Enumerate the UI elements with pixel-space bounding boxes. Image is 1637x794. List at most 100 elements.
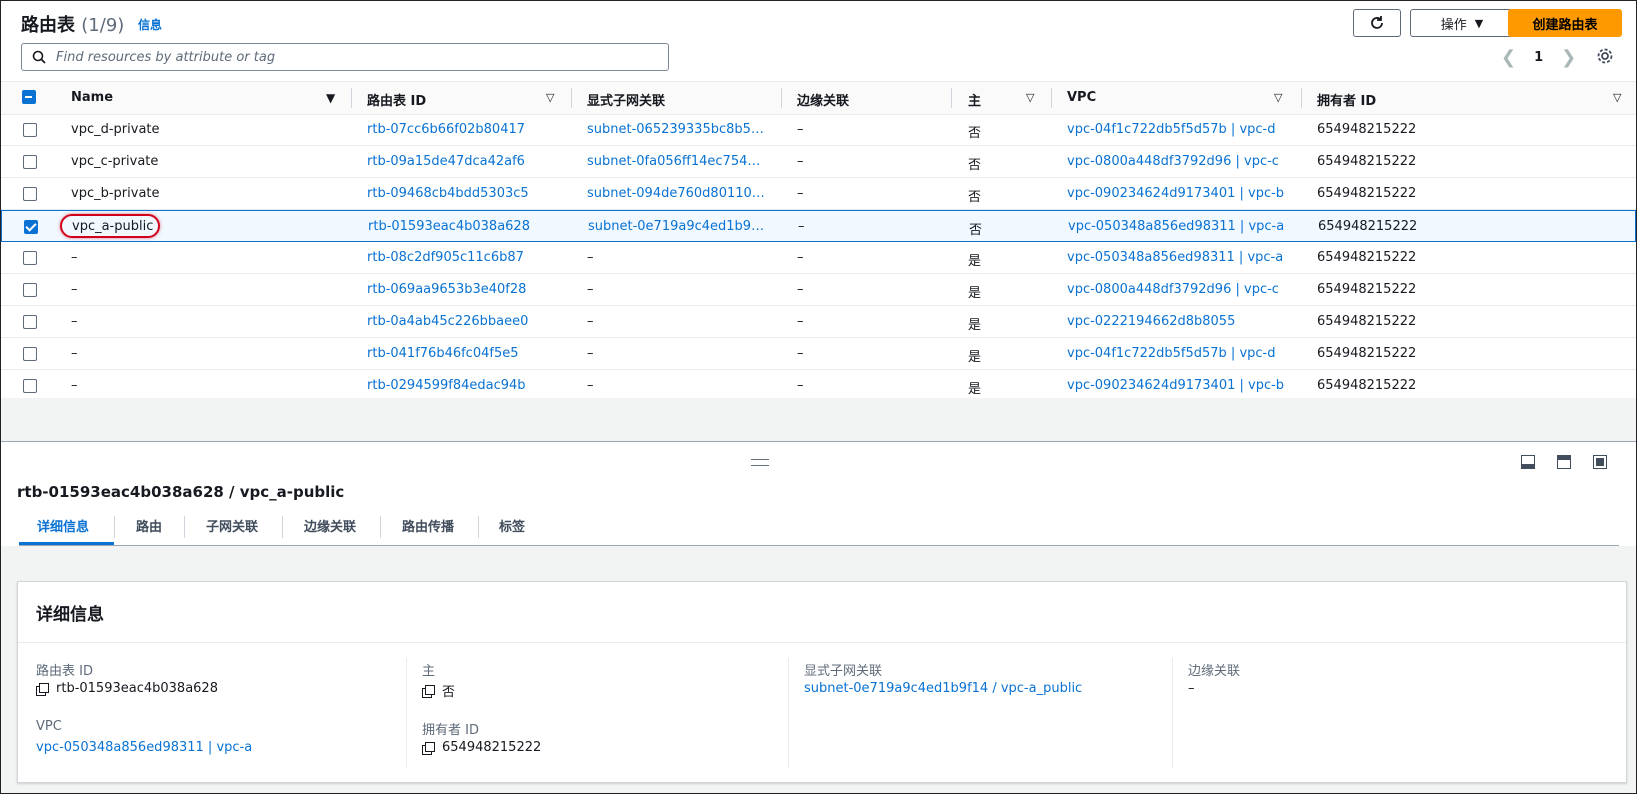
vpc-link[interactable]: vpc-050348a856ed98311 | vpc-a — [1068, 219, 1293, 234]
column-header-route-table-id[interactable]: 路由表 ID — [367, 90, 426, 109]
column-divider[interactable] — [351, 88, 352, 108]
cell-edge-association: – — [797, 122, 804, 137]
column-header-owner-id[interactable]: 拥有者 ID — [1317, 90, 1376, 109]
tab-tags[interactable]: 标签 — [499, 516, 525, 535]
edge-association-value: – — [1188, 681, 1195, 696]
subnet-association-link[interactable]: subnet-0fa056ff14ec754… — [587, 154, 772, 169]
sort-icon[interactable]: ▽ — [1274, 91, 1282, 104]
sort-icon[interactable]: ▽ — [1613, 91, 1621, 104]
row-checkbox[interactable] — [23, 315, 37, 329]
column-divider — [788, 658, 789, 768]
column-divider[interactable] — [1301, 88, 1302, 108]
cell-edge-association: – — [797, 314, 804, 329]
row-checkbox[interactable] — [23, 347, 37, 361]
row-checkbox[interactable] — [23, 283, 37, 297]
row-checkbox[interactable] — [24, 220, 38, 234]
tab-route-propagation[interactable]: 路由传播 — [402, 516, 454, 535]
route-table-id-link[interactable]: rtb-01593eac4b038a628 — [368, 219, 563, 234]
table-row[interactable]: – rtb-0a4ab45c226bbaee0 – – 是 vpc-0222194662d… — [1, 306, 1636, 338]
vpc-link[interactable]: vpc-0800a448df3792d96 | vpc-c — [1067, 154, 1292, 169]
create-route-table-button[interactable]: 创建路由表 — [1508, 9, 1622, 37]
table-header: Name ▼ 路由表 ID ▽ 显式子网关联 边缘关联 主 ▽ VPC ▽ 拥有… — [1, 81, 1636, 115]
subnet-association-link[interactable]: subnet-094de760d80110… — [587, 186, 772, 201]
copy-icon[interactable] — [36, 682, 49, 696]
next-page-icon[interactable]: ❯ — [1561, 47, 1576, 68]
route-table-id-link[interactable]: rtb-08c2df905c11c6b87 — [367, 250, 562, 265]
table-row[interactable]: vpc_a-public rtb-01593eac4b038a628 subnet-… — [1, 210, 1636, 242]
row-checkbox[interactable] — [23, 379, 37, 393]
column-header-vpc[interactable]: VPC — [1067, 90, 1096, 105]
table-row[interactable]: vpc_d-private rtb-07cc6b66f02b80417 subnet… — [1, 114, 1636, 146]
column-divider[interactable] — [781, 88, 782, 108]
row-checkbox[interactable] — [23, 123, 37, 137]
cell-main: 否 — [968, 190, 982, 205]
cell-subnet-association: – — [587, 378, 594, 393]
refresh-button[interactable] — [1353, 9, 1401, 37]
table-row[interactable]: – rtb-069aa9653b3e40f28 – – 是 vpc-0800a448df3… — [1, 274, 1636, 306]
vpc-link[interactable]: vpc-04f1c722db5f5d57b | vpc-d — [1067, 122, 1292, 137]
column-divider[interactable] — [951, 88, 952, 108]
search-input[interactable] — [54, 48, 638, 66]
cell-owner-id: 654948215222 — [1317, 314, 1417, 329]
row-checkbox[interactable] — [23, 155, 37, 169]
tab-subnet-associations[interactable]: 子网关联 — [206, 516, 258, 535]
column-divider[interactable] — [571, 88, 572, 108]
route-table-id-link[interactable]: rtb-041f76b46fc04f5e5 — [367, 346, 562, 361]
vpc-link[interactable]: vpc-050348a856ed98311 | vpc-a — [1067, 250, 1292, 265]
column-header-subnet-association[interactable]: 显式子网关联 — [587, 90, 665, 109]
copy-icon[interactable] — [422, 684, 435, 698]
row-checkbox[interactable] — [23, 251, 37, 265]
actions-label: 操作 — [1440, 17, 1467, 33]
cell-name: – — [71, 346, 78, 361]
tab-edge-associations[interactable]: 边缘关联 — [304, 516, 356, 535]
table-row[interactable]: – rtb-08c2df905c11c6b87 – – 是 vpc-050348a856e… — [1, 242, 1636, 274]
row-checkbox[interactable] — [23, 187, 37, 201]
column-header-main[interactable]: 主 — [968, 90, 981, 109]
route-table-id-link[interactable]: rtb-09468cb4bdd5303c5 — [367, 186, 562, 201]
detail-tabs: 详细信息 路由 子网关联 边缘关联 路由传播 标签 — [19, 511, 1619, 546]
sort-icon[interactable]: ▽ — [1026, 91, 1034, 104]
panel-side-icon[interactable] — [1557, 455, 1571, 469]
cell-name: vpc_c-private — [71, 154, 159, 169]
info-link[interactable]: 信息 — [138, 16, 162, 33]
sort-desc-icon[interactable]: ▼ — [326, 91, 335, 105]
column-header-name[interactable]: Name — [71, 90, 113, 105]
route-tables-page: 路由表 (1/9) 信息 操作 ▼ 创建路由表 ❮ 1 ❯ Name — [0, 0, 1637, 794]
subnet-association-link[interactable]: subnet-0e719a9c4ed1b9f14 / vpc-a_public — [804, 681, 1082, 696]
panel-full-icon[interactable] — [1593, 455, 1607, 469]
prev-page-icon[interactable]: ❮ — [1501, 47, 1516, 68]
table-row[interactable]: – rtb-041f76b46fc04f5e5 – – 是 vpc-04f1c722db5… — [1, 338, 1636, 370]
tab-routes[interactable]: 路由 — [136, 516, 162, 535]
cell-owner-id: 654948215222 — [1317, 122, 1417, 137]
route-table-id-link[interactable]: rtb-07cc6b66f02b80417 — [367, 122, 562, 137]
route-table-id-link[interactable]: rtb-0294599f84edac94b — [367, 378, 562, 393]
route-table-id-link[interactable]: rtb-0a4ab45c226bbaee0 — [367, 314, 562, 329]
gear-icon[interactable] — [1596, 47, 1614, 65]
vpc-link[interactable]: vpc-0222194662d8b8055 — [1067, 314, 1292, 329]
vpc-link[interactable]: vpc-0800a448df3792d96 | vpc-c — [1067, 282, 1292, 297]
column-header-edge-association[interactable]: 边缘关联 — [797, 90, 849, 109]
vpc-link[interactable]: vpc-050348a856ed98311 | vpc-a — [36, 740, 252, 755]
current-page[interactable]: 1 — [1534, 50, 1543, 65]
edge-association-label: 边缘关联 — [1188, 664, 1241, 679]
tab-details[interactable]: 详细信息 — [37, 516, 89, 535]
vpc-link[interactable]: vpc-090234624d9173401 | vpc-b — [1067, 378, 1292, 393]
cell-edge-association: – — [797, 346, 804, 361]
sort-icon[interactable]: ▽ — [546, 91, 554, 104]
vpc-link[interactable]: vpc-090234624d9173401 | vpc-b — [1067, 186, 1292, 201]
table-row[interactable]: vpc_b-private rtb-09468cb4bdd5303c5 subnet… — [1, 178, 1636, 210]
copy-icon[interactable] — [422, 741, 435, 755]
subnet-association-link[interactable]: subnet-065239335bc8b5… — [587, 122, 772, 137]
route-table-id-link[interactable]: rtb-09a15de47dca42af6 — [367, 154, 562, 169]
route-table-id-link[interactable]: rtb-069aa9653b3e40f28 — [367, 282, 562, 297]
subnet-association-link[interactable]: subnet-0e719a9c4ed1b9… — [588, 219, 773, 234]
cell-owner-id: 654948215222 — [1317, 154, 1417, 169]
cell-name: – — [71, 250, 78, 265]
actions-dropdown-button[interactable]: 操作 ▼ — [1410, 9, 1514, 37]
column-divider[interactable] — [1051, 88, 1052, 108]
select-all-checkbox[interactable] — [22, 90, 36, 104]
panel-bottom-icon[interactable] — [1521, 455, 1535, 469]
resize-handle[interactable] — [751, 459, 769, 466]
table-row[interactable]: vpc_c-private rtb-09a15de47dca42af6 subnet… — [1, 146, 1636, 178]
vpc-link[interactable]: vpc-04f1c722db5f5d57b | vpc-d — [1067, 346, 1292, 361]
